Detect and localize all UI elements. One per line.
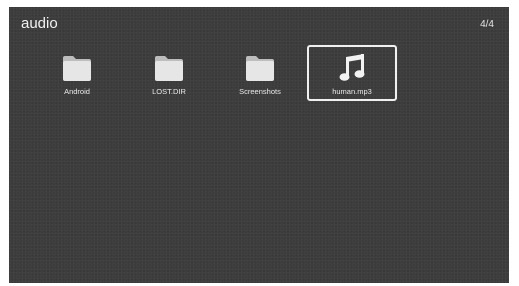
file-browser-screen: audio 4/4 Android LOST.DIR Screenshots h [9,7,509,283]
file-item-android[interactable]: Android [32,45,122,101]
folder-icon [246,56,274,81]
file-item-label: human.mp3 [332,87,372,96]
folder-icon [63,56,91,81]
music-note-icon [339,54,365,81]
file-item-label: Screenshots [239,87,281,96]
file-item-label: Android [64,87,90,96]
file-item-human-mp3[interactable]: human.mp3 [307,45,397,101]
file-item-screenshots[interactable]: Screenshots [215,45,305,101]
file-item-label: LOST.DIR [152,87,186,96]
folder-icon [155,56,183,81]
file-item-lost-dir[interactable]: LOST.DIR [124,45,214,101]
page-counter: 4/4 [480,19,494,30]
page-title: audio [21,15,58,32]
